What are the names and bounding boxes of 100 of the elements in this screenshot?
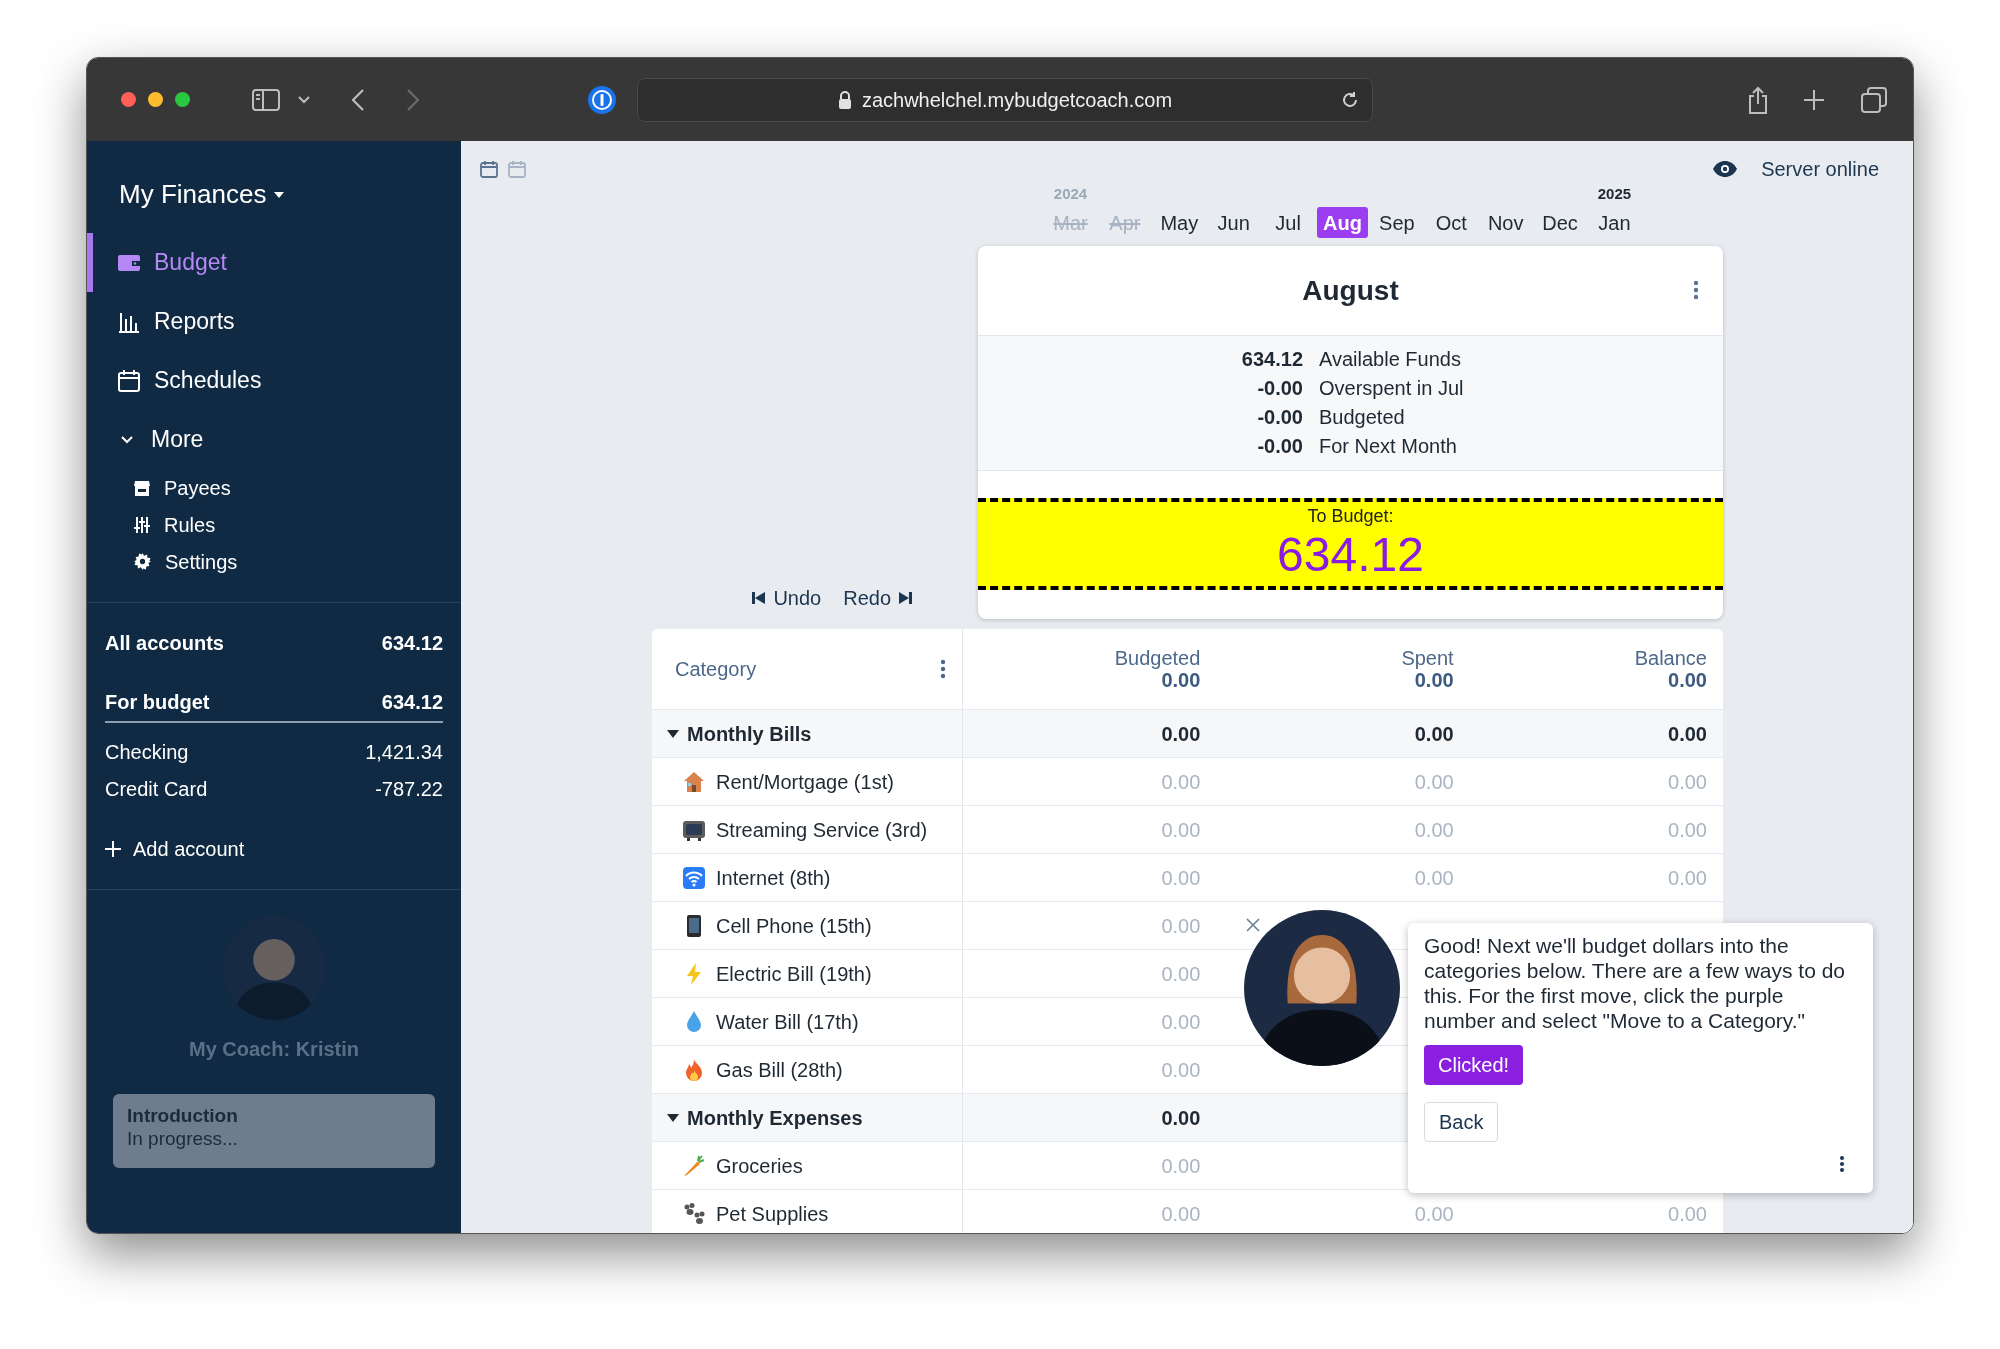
caret-icon: [274, 191, 285, 198]
group-name[interactable]: Monthly Bills: [687, 718, 812, 749]
nav-subitem[interactable]: Settings: [87, 543, 461, 580]
new-tab-icon[interactable]: [1803, 88, 1825, 111]
close-window-button[interactable]: [121, 92, 136, 107]
address-bar[interactable]: zachwhelchel.mybudgetcoach.com: [637, 77, 1373, 122]
account-total-label: For budget: [105, 690, 210, 715]
category-name[interactable]: Internet (8th): [716, 862, 831, 893]
year-label: 2025: [1597, 185, 1632, 203]
category-name[interactable]: Groceries: [716, 1150, 803, 1181]
collapse-arrow-icon[interactable]: [667, 729, 679, 738]
month-tab[interactable]: Dec: [1536, 207, 1584, 238]
collapse-arrow-icon[interactable]: [667, 1113, 679, 1122]
account-total-row[interactable]: For budget 634.12: [105, 683, 443, 723]
nav-item[interactable]: Reports: [87, 292, 461, 351]
category-name[interactable]: Water Bill (17th): [716, 1006, 859, 1037]
calendar-icon[interactable]: [480, 160, 498, 178]
paw-prints-icon: [683, 1202, 705, 1225]
calendar-icon: [118, 369, 140, 392]
plus-icon: [105, 841, 121, 857]
category-name[interactable]: Streaming Service (3rd): [716, 814, 928, 845]
eye-icon[interactable]: [1713, 161, 1738, 177]
column-total: 0.00: [1668, 669, 1707, 691]
month-tab[interactable]: Jun: [1211, 207, 1256, 238]
nav-subitem[interactable]: Rules: [87, 506, 461, 543]
gear-icon: [134, 553, 151, 570]
summary-amount: 634.12: [1240, 347, 1303, 372]
month-tab[interactable]: Oct: [1429, 207, 1473, 238]
account-row[interactable]: Credit Card -787.22: [105, 770, 443, 807]
share-icon[interactable]: [1747, 85, 1769, 114]
more-options-icon[interactable]: [940, 659, 946, 679]
server-status: Server online: [1761, 157, 1879, 182]
undo-button[interactable]: Undo: [752, 583, 822, 613]
to-budget-panel[interactable]: To Budget: 634.12: [978, 498, 1723, 590]
month-tab[interactable]: Aug: [1317, 207, 1368, 238]
wifi-icon: [683, 866, 705, 889]
account-total-label: All accounts: [105, 631, 224, 656]
month-tab[interactable]: May: [1154, 207, 1205, 238]
back-button[interactable]: Back: [1424, 1102, 1499, 1142]
nav-item[interactable]: Schedules: [87, 351, 461, 410]
flame-icon: [685, 1058, 703, 1081]
more-toggle[interactable]: More: [87, 410, 461, 469]
nav-subitem[interactable]: Payees: [87, 469, 461, 506]
chevron-down-icon: [121, 435, 133, 444]
summary-label: Overspent in Jul: [1319, 376, 1465, 401]
month-tab[interactable]: Nov: [1481, 207, 1530, 238]
category-name[interactable]: Rent/Mortgage (1st): [716, 766, 894, 797]
column-header[interactable]: Budgeted: [1114, 647, 1201, 669]
reload-icon[interactable]: [1340, 89, 1360, 110]
bar-chart-icon: [118, 310, 140, 333]
account-row[interactable]: Checking 1,421.34: [105, 733, 443, 770]
clicked-button[interactable]: Clicked!: [1424, 1045, 1524, 1085]
group-total: 0.00: [1414, 721, 1454, 747]
group-total: 0.00: [1161, 1105, 1201, 1131]
more-options-icon[interactable]: [1839, 1155, 1845, 1173]
tabs-overview-icon[interactable]: [1861, 86, 1887, 113]
add-account-button[interactable]: Add account: [105, 829, 443, 869]
column-total: 0.00: [1161, 669, 1201, 691]
chevron-down-icon[interactable]: [298, 95, 310, 104]
sliders-icon: [134, 516, 150, 533]
lightning-icon: [686, 962, 702, 985]
sidebar-toggle-icon[interactable]: [252, 88, 280, 111]
group-name[interactable]: Monthly Expenses: [687, 1102, 863, 1133]
zoom-window-button[interactable]: [175, 92, 190, 107]
tutorial-message: Good! Next we'll budget dollars into the categories below. There are a few ways to do this. For the first move, click the purple number and select "Move to a Category.": [1424, 933, 1846, 1033]
droplet-icon: [686, 1010, 702, 1033]
account-balance: 1,421.34: [365, 739, 443, 765]
column-header[interactable]: Spent: [1401, 647, 1454, 669]
category-name[interactable]: Cell Phone (15th): [716, 910, 872, 941]
close-icon[interactable]: [1246, 918, 1260, 932]
account-balance: -787.22: [375, 776, 443, 802]
url-text: zachwhelchel.mybudgetcoach.com: [861, 87, 1173, 113]
column-header[interactable]: Category: [675, 654, 757, 684]
account-name: Credit Card: [105, 776, 208, 802]
summary-amount: -0.00: [1256, 376, 1303, 401]
redo-button[interactable]: Redo: [843, 583, 912, 613]
month-tab[interactable]: Jan: [1592, 207, 1637, 238]
budget-file-menu[interactable]: My Finances: [119, 175, 285, 214]
to-budget-amount[interactable]: 634.12: [1277, 527, 1424, 583]
category-name[interactable]: Electric Bill (19th): [716, 958, 872, 989]
skip-back-icon: [752, 592, 766, 604]
summary-amount: -0.00: [1256, 405, 1303, 430]
carrot-icon: [683, 1154, 705, 1177]
summary-label: For Next Month: [1319, 434, 1458, 459]
mobile-phone-icon: [687, 914, 701, 937]
column-header[interactable]: Balance: [1634, 647, 1707, 669]
summary-amount: -0.00: [1256, 434, 1303, 459]
account-total-row[interactable]: All accounts 634.12: [105, 623, 443, 663]
password-manager-icon[interactable]: [587, 84, 617, 115]
group-total: 0.00: [1161, 721, 1201, 747]
minimize-window-button[interactable]: [148, 92, 163, 107]
month-tab[interactable]: Sep: [1373, 207, 1421, 238]
back-icon[interactable]: [352, 88, 364, 111]
category-name[interactable]: Gas Bill (28th): [716, 1054, 843, 1085]
to-budget-label: To Budget:: [1307, 505, 1394, 527]
lock-icon: [837, 90, 852, 109]
month-tab[interactable]: Jul: [1269, 207, 1307, 238]
category-name[interactable]: Pet Supplies: [716, 1198, 829, 1229]
television-icon: [682, 818, 706, 841]
year-label: 2024: [1053, 185, 1088, 203]
